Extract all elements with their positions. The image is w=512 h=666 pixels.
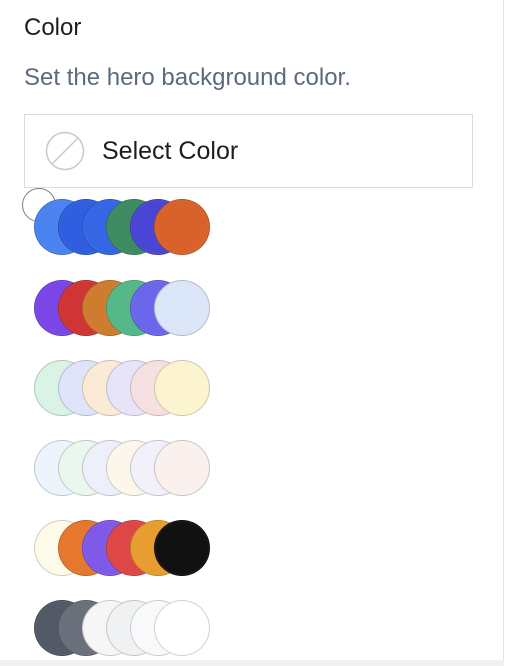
slash-circle-icon bbox=[45, 131, 85, 171]
color-swatch[interactable] bbox=[154, 520, 210, 576]
select-color-label: Select Color bbox=[102, 137, 239, 165]
color-swatch[interactable] bbox=[154, 600, 210, 656]
panel-bottom-divider bbox=[0, 660, 504, 666]
color-settings-panel: Color Set the hero background color. Sel… bbox=[0, 0, 504, 666]
select-color-button[interactable]: Select Color bbox=[24, 114, 473, 188]
color-swatch[interactable] bbox=[154, 199, 210, 255]
color-swatch[interactable] bbox=[154, 360, 210, 416]
color-swatch[interactable] bbox=[154, 280, 210, 336]
color-swatch[interactable] bbox=[154, 440, 210, 496]
help-text: Set the hero background color. bbox=[24, 64, 351, 91]
panel-title: Color bbox=[24, 14, 82, 41]
